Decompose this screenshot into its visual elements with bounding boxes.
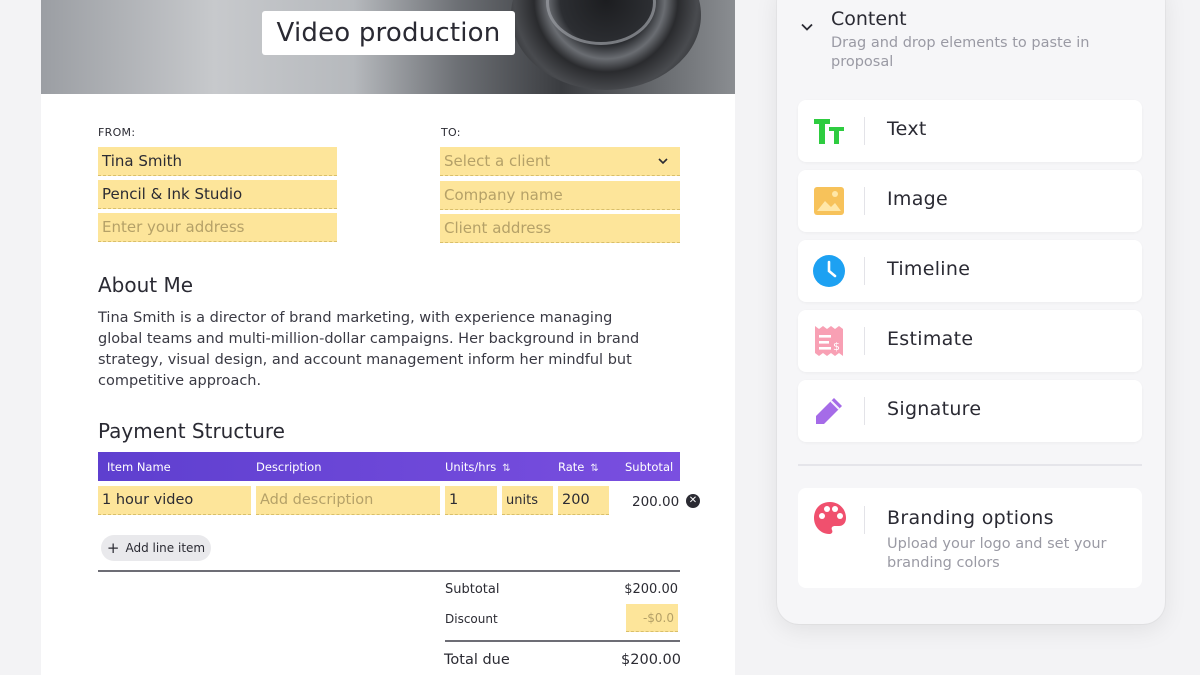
from-name-field[interactable]: Tina Smith bbox=[98, 147, 337, 176]
sort-icon: ⇅ bbox=[502, 463, 511, 474]
text-icon bbox=[814, 119, 844, 144]
about-text[interactable]: Tina Smith is a director of brand market… bbox=[98, 308, 658, 392]
image-icon bbox=[814, 187, 844, 215]
content-item-image[interactable]: Image bbox=[798, 170, 1142, 232]
table-header: Item Name Description Units/hrs ⇅ Rate ⇅ S… bbox=[98, 452, 680, 481]
content-item-label: Estimate bbox=[887, 328, 974, 350]
content-item-estimate[interactable]: $ Estimate bbox=[798, 310, 1142, 372]
receipt-icon: $ bbox=[815, 326, 843, 356]
from-company-field[interactable]: Pencil & Ink Studio bbox=[98, 180, 337, 209]
total-due-value: $200.00 bbox=[621, 652, 681, 668]
content-item-label: Text bbox=[887, 118, 927, 140]
proposal-title[interactable]: Video production bbox=[262, 11, 515, 55]
card-separator bbox=[864, 257, 865, 285]
col-units-hrs-label: Units/hrs bbox=[445, 460, 497, 474]
discount-label: Discount bbox=[445, 612, 498, 626]
payment-heading: Payment Structure bbox=[98, 419, 285, 443]
content-item-signature[interactable]: Signature bbox=[798, 380, 1142, 442]
branding-options-subtitle: Upload your logo and set your branding c… bbox=[887, 536, 1107, 571]
card-separator bbox=[864, 506, 865, 534]
content-panel-subtitle: Drag and drop elements to paste in propo… bbox=[831, 35, 1090, 70]
clock-icon bbox=[813, 255, 845, 287]
add-line-item-button[interactable]: + Add line item bbox=[101, 535, 211, 561]
chevron-down-icon[interactable] bbox=[800, 20, 814, 34]
svg-text:$: $ bbox=[833, 340, 840, 353]
col-description: Description bbox=[256, 460, 322, 474]
col-units-hrs[interactable]: Units/hrs ⇅ bbox=[445, 460, 511, 474]
item-quantity-field[interactable]: 1 bbox=[445, 486, 497, 515]
item-subtotal: 200.00 bbox=[632, 494, 680, 510]
content-item-timeline[interactable]: Timeline bbox=[798, 240, 1142, 302]
from-label: FROM: bbox=[98, 126, 136, 139]
sort-icon: ⇅ bbox=[590, 463, 599, 474]
client-select[interactable]: Select a client bbox=[440, 147, 680, 176]
card-separator bbox=[864, 327, 865, 355]
item-description-field[interactable]: Add description bbox=[256, 486, 440, 515]
content-item-text[interactable]: Text bbox=[798, 100, 1142, 162]
header-image: Video production bbox=[41, 0, 735, 94]
col-rate-label: Rate bbox=[558, 460, 585, 474]
total-due-label: Total due bbox=[444, 652, 510, 668]
client-company-field[interactable]: Company name bbox=[440, 181, 680, 210]
chevron-down-icon bbox=[658, 158, 668, 165]
subtotal-label: Subtotal bbox=[445, 582, 500, 597]
to-label: TO: bbox=[441, 126, 461, 139]
card-separator bbox=[864, 397, 865, 425]
discount-field[interactable]: -$0.0 bbox=[626, 604, 678, 632]
about-heading: About Me bbox=[98, 273, 194, 297]
content-item-label: Signature bbox=[887, 398, 982, 420]
add-line-item-label: Add line item bbox=[125, 541, 206, 555]
branding-options-label: Branding options bbox=[887, 507, 1054, 529]
card-separator bbox=[864, 117, 865, 145]
col-item-name: Item Name bbox=[107, 460, 171, 474]
pencil-icon bbox=[816, 398, 842, 424]
subtotal-value: $200.00 bbox=[624, 582, 678, 597]
item-unit-field[interactable]: units bbox=[502, 486, 553, 515]
remove-row-icon[interactable]: ✕ bbox=[686, 494, 700, 508]
palette-icon bbox=[814, 502, 846, 534]
content-item-label: Image bbox=[887, 188, 949, 210]
client-select-placeholder: Select a client bbox=[444, 152, 551, 170]
panel-divider bbox=[798, 464, 1142, 466]
card-separator bbox=[864, 187, 865, 215]
table-divider bbox=[98, 570, 680, 572]
content-item-label: Timeline bbox=[887, 258, 971, 280]
item-rate-field[interactable]: 200 bbox=[558, 486, 609, 515]
col-subtotal: Subtotal bbox=[625, 460, 674, 474]
from-address-field[interactable]: Enter your address bbox=[98, 213, 337, 242]
client-address-field[interactable]: Client address bbox=[440, 214, 680, 243]
content-panel-title: Content bbox=[831, 8, 907, 30]
branding-options-card[interactable]: Branding options Upload your logo and se… bbox=[798, 488, 1142, 588]
item-name-field[interactable]: 1 hour video bbox=[98, 486, 251, 515]
col-rate[interactable]: Rate ⇅ bbox=[558, 460, 599, 474]
plus-icon: + bbox=[106, 538, 120, 557]
totals-divider bbox=[445, 640, 680, 642]
